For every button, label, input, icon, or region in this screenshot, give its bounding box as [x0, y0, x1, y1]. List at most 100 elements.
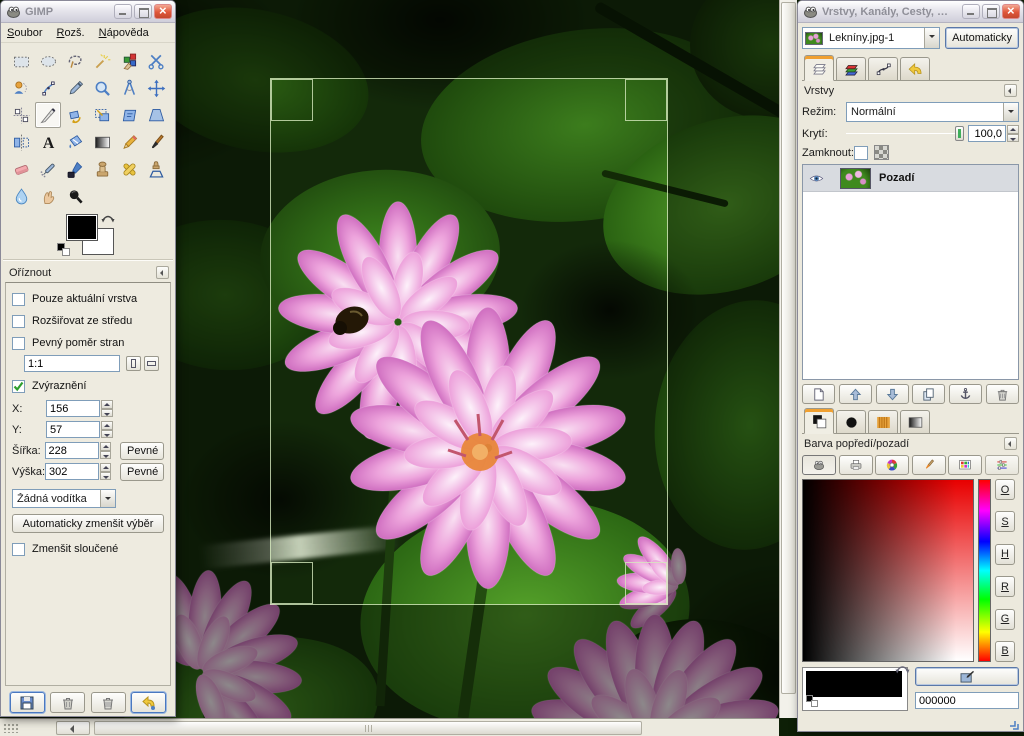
- tool-foreground-select[interactable]: [8, 75, 34, 101]
- tool-ellipse-select[interactable]: [35, 48, 61, 74]
- tool-pencil[interactable]: [116, 129, 142, 155]
- tool-measure[interactable]: [116, 75, 142, 101]
- vscroll-thumb[interactable]: [781, 2, 796, 694]
- crop-height-input[interactable]: [45, 463, 99, 480]
- crop-handle-top-right[interactable]: [625, 79, 667, 121]
- scales-selector-button[interactable]: [985, 455, 1019, 475]
- crop-y-input[interactable]: [46, 421, 100, 438]
- tool-paintbrush[interactable]: [143, 129, 169, 155]
- layer-row-pozadi[interactable]: Pozadí: [803, 165, 1018, 192]
- default-colors-icon[interactable]: [57, 243, 70, 256]
- width-spinner[interactable]: [100, 442, 111, 459]
- dock-titlebar[interactable]: Vrstvy, Kanály, Cesty, …: [798, 1, 1023, 23]
- tool-color-picker[interactable]: [62, 75, 88, 101]
- tab-undo-history[interactable]: [900, 57, 930, 80]
- canvas-vscrollbar[interactable]: [779, 0, 797, 718]
- toolbox-titlebar[interactable]: GIMP: [1, 1, 175, 23]
- save-options-button[interactable]: [10, 692, 45, 713]
- height-spinner[interactable]: [100, 463, 111, 480]
- channel-s-button[interactable]: S: [995, 511, 1015, 532]
- tab-channels[interactable]: [836, 57, 866, 80]
- channel-g-button[interactable]: G: [995, 609, 1015, 630]
- landscape-orientation-button[interactable]: [144, 356, 159, 371]
- menu-soubor[interactable]: Soubor: [7, 27, 42, 39]
- channel-r-button[interactable]: R: [995, 576, 1015, 597]
- delete-layer-button[interactable]: [986, 384, 1019, 404]
- tool-free-select[interactable]: [62, 48, 88, 74]
- crop-selection[interactable]: [270, 78, 668, 605]
- portrait-orientation-button[interactable]: [126, 356, 141, 371]
- guides-dropdown[interactable]: Žádná vodítka: [12, 489, 116, 508]
- raise-layer-button[interactable]: [839, 384, 872, 404]
- palette-selector-button[interactable]: [948, 455, 982, 475]
- tool-move[interactable]: [143, 75, 169, 101]
- tool-fuzzy-select[interactable]: [89, 48, 115, 74]
- tool-scissors-select[interactable]: [143, 48, 169, 74]
- maximize-button[interactable]: [982, 4, 1000, 19]
- tool-perspective[interactable]: [143, 102, 169, 128]
- channel-b-button[interactable]: B: [995, 641, 1015, 662]
- channel-o-button[interactable]: O: [995, 479, 1015, 500]
- lock-checkbox[interactable]: [854, 146, 868, 160]
- tool-airbrush[interactable]: [35, 156, 61, 182]
- tool-rect-select[interactable]: [8, 48, 34, 74]
- tool-eraser[interactable]: [8, 156, 34, 182]
- anchor-layer-button[interactable]: [949, 384, 982, 404]
- collapse-button[interactable]: [1004, 437, 1017, 450]
- auto-shrink-button[interactable]: Automaticky zmenšit výběr: [12, 514, 164, 533]
- color-wheel-selector-button[interactable]: [875, 455, 909, 475]
- crop-x-input[interactable]: [46, 400, 100, 417]
- menu-rozs[interactable]: Rozš.: [56, 27, 84, 39]
- pane-grip[interactable]: [3, 723, 19, 733]
- maximize-button[interactable]: [134, 4, 152, 19]
- crop-handle-top-left[interactable]: [271, 79, 313, 121]
- tool-blend[interactable]: [89, 129, 115, 155]
- swap-colors-icon[interactable]: [101, 212, 115, 224]
- foreground-color-swatch[interactable]: [67, 215, 97, 240]
- tool-text[interactable]: A: [35, 129, 61, 155]
- height-fixed-button[interactable]: Pevné: [120, 463, 164, 481]
- gimp-selector-button[interactable]: [802, 455, 836, 475]
- tool-shear[interactable]: [116, 102, 142, 128]
- tool-bucket-fill[interactable]: [62, 129, 88, 155]
- opacity-input[interactable]: [968, 125, 1006, 142]
- tool-blur-sharpen[interactable]: [8, 183, 34, 209]
- highlight-checkbox[interactable]: [12, 380, 25, 393]
- shrink-merged-checkbox[interactable]: [12, 543, 25, 556]
- crop-handle-bottom-right[interactable]: [625, 562, 667, 604]
- hex-color-input[interactable]: [915, 692, 1019, 709]
- restore-options-button[interactable]: [50, 692, 85, 713]
- cmyk-selector-button[interactable]: [839, 455, 873, 475]
- crop-handle-bottom-left[interactable]: [271, 562, 313, 604]
- canvas-hscrollbar[interactable]: [0, 718, 779, 736]
- width-fixed-button[interactable]: Pevné: [120, 442, 164, 460]
- tool-paths[interactable]: [35, 75, 61, 101]
- tool-crop[interactable]: [35, 102, 61, 128]
- tab-patterns[interactable]: [868, 410, 898, 433]
- tool-rotate[interactable]: [62, 102, 88, 128]
- scroll-left-arrow[interactable]: [56, 721, 90, 735]
- tab-fg-bg-color[interactable]: [804, 408, 834, 434]
- minimize-button[interactable]: [962, 4, 980, 19]
- y-spinner[interactable]: [101, 421, 113, 438]
- current-layer-checkbox[interactable]: [12, 293, 25, 306]
- delete-options-button[interactable]: [91, 692, 126, 713]
- hue-strip[interactable]: [978, 479, 991, 662]
- hscroll-thumb[interactable]: [94, 721, 642, 735]
- opacity-spinner[interactable]: [1007, 125, 1019, 142]
- tool-dodge-burn[interactable]: [62, 183, 88, 209]
- default-colors-icon[interactable]: [806, 695, 818, 707]
- saturation-value-square[interactable]: [802, 479, 974, 662]
- tool-select-by-color[interactable]: [116, 48, 142, 74]
- tab-layers[interactable]: [804, 55, 834, 81]
- fg-bg-swatch-block[interactable]: [802, 667, 908, 711]
- tool-zoom[interactable]: [89, 75, 115, 101]
- tab-gradients[interactable]: [900, 410, 930, 433]
- tool-scale[interactable]: [89, 102, 115, 128]
- watercolor-selector-button[interactable]: [912, 455, 946, 475]
- aspect-ratio-input[interactable]: [24, 355, 120, 372]
- tool-ink[interactable]: [62, 156, 88, 182]
- foreground-color-swatch[interactable]: [806, 671, 902, 697]
- tool-align[interactable]: [8, 102, 34, 128]
- auto-follow-button[interactable]: Automaticky: [945, 27, 1019, 49]
